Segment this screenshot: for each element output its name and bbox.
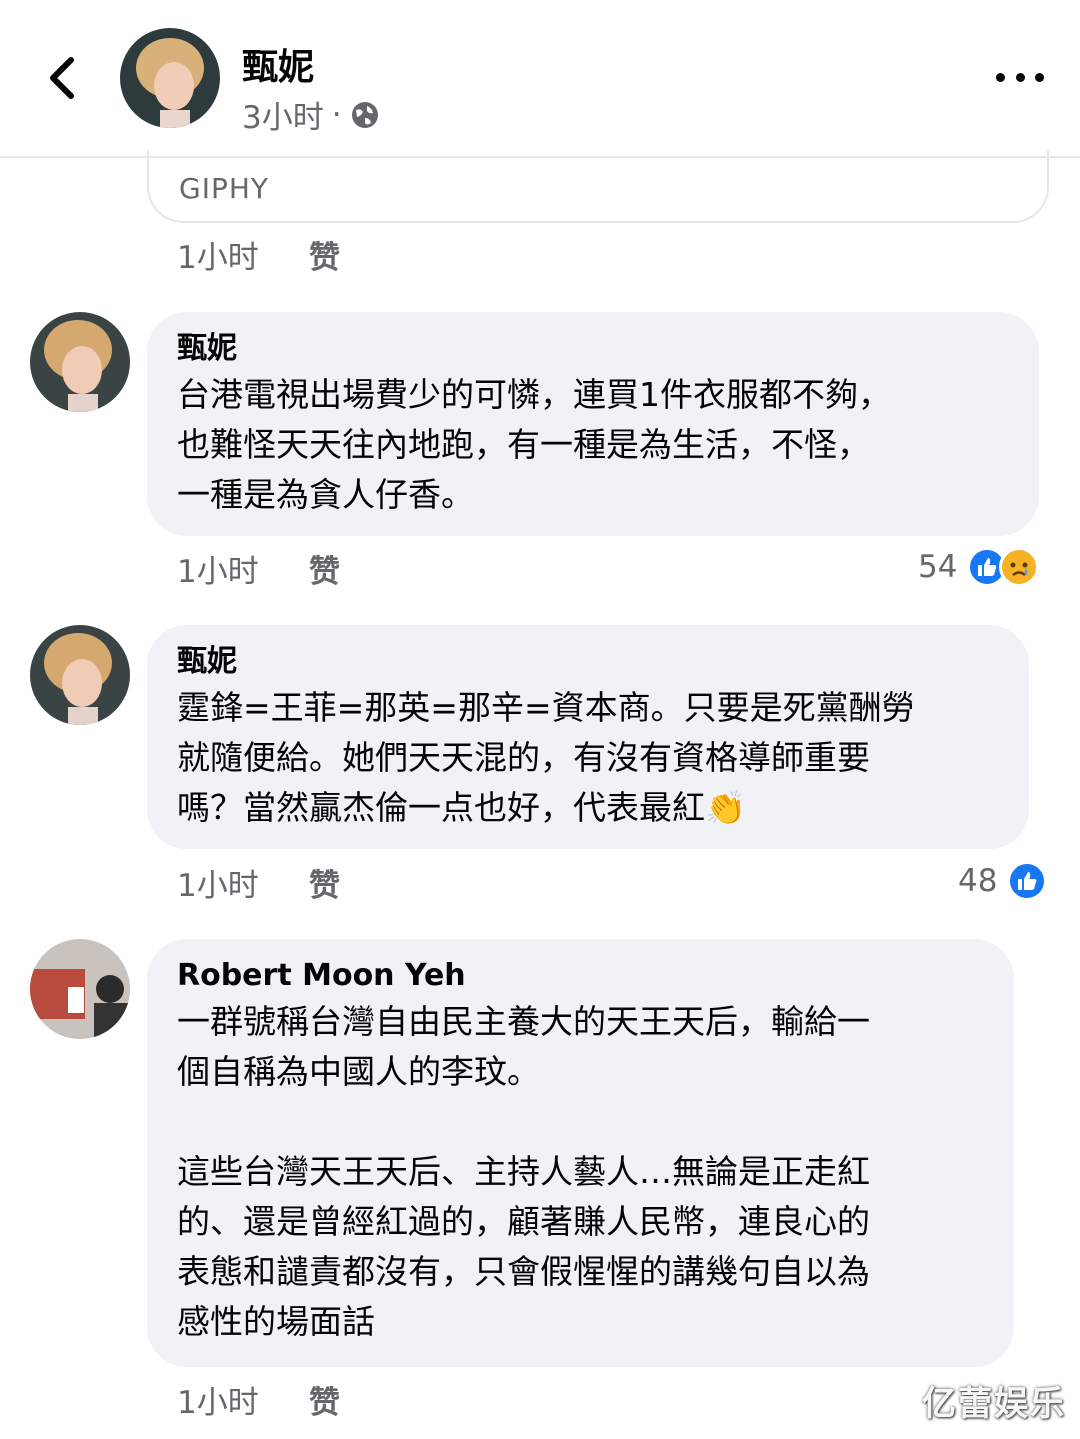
comment-time: 1小时 <box>177 239 259 276</box>
back-button[interactable] <box>38 52 86 104</box>
like-button[interactable]: 赞 <box>309 1377 340 1422</box>
comment-bubble: 甄妮 霆鋒=王菲=那英=那辛=資本商。只要是死黨酬勞 就隨便給。她們天天混的，有… <box>147 625 1029 849</box>
commenter-avatar[interactable] <box>30 312 130 412</box>
post-meta: 3小时 · <box>242 92 380 137</box>
reaction-count: 48 <box>958 863 998 899</box>
author-avatar[interactable] <box>120 28 220 128</box>
giphy-attachment[interactable]: GIPHY <box>147 150 1049 223</box>
comment-actions: 1小时 赞 <box>177 232 340 277</box>
commenter-avatar[interactable] <box>30 939 130 1039</box>
comment-time: 1小时 <box>177 1384 259 1421</box>
globe-icon <box>351 101 378 128</box>
reaction-summary[interactable]: 54 <box>918 547 1040 587</box>
post-header: 甄妮 3小时 · <box>0 0 1080 158</box>
reaction-summary[interactable]: 48 <box>958 861 1048 901</box>
comment-actions: 1小时 赞 <box>177 546 340 591</box>
more-options-button[interactable] <box>996 62 1044 92</box>
commenter-avatar[interactable] <box>30 625 130 725</box>
like-icon <box>1007 861 1048 901</box>
like-button[interactable]: 赞 <box>309 232 340 277</box>
comment-bubble: Robert Moon Yeh 一群號稱台灣自由民主養大的天王天后，輸給一 個自… <box>147 939 1014 1367</box>
comment-text-body: 霆鋒=王菲=那英=那辛=資本商。只要是死黨酬勞 就隨便給。她們天天混的，有沒有資… <box>177 688 915 827</box>
more-dot <box>1035 72 1044 82</box>
comment-time: 1小时 <box>177 553 259 590</box>
comment-bubble: 甄妮 台港電視出場費少的可憐，連買1件衣服都不夠， 也難怪天天往內地跑，有一種是… <box>147 312 1039 536</box>
giphy-label: GIPHY <box>179 172 269 205</box>
author-name[interactable]: 甄妮 <box>242 38 314 90</box>
more-dot <box>1015 72 1025 82</box>
post-time: 3小时 <box>242 100 324 136</box>
clapping-hands-emoji: 👏 <box>705 788 747 827</box>
more-horizontal-icon <box>996 72 1005 82</box>
comment-author[interactable]: 甄妮 <box>177 641 999 683</box>
like-button[interactable]: 赞 <box>309 860 340 905</box>
comment-author[interactable]: 甄妮 <box>177 328 1009 370</box>
comment-author[interactable]: Robert Moon Yeh <box>177 955 984 997</box>
reaction-count: 54 <box>918 549 958 585</box>
comment-actions: 1小时 赞 <box>177 1377 340 1422</box>
comment-text: 霆鋒=王菲=那英=那辛=資本商。只要是死黨酬勞 就隨便給。她們天天混的，有沒有資… <box>177 683 999 833</box>
comment-text: 台港電視出場費少的可憐，連買1件衣服都不夠， 也難怪天天往內地跑，有一種是為生活… <box>177 375 891 514</box>
comment-text: 一群號稱台灣自由民主養大的天王天后，輸給一 個自稱為中國人的李玟。 這些台灣天王… <box>177 1002 870 1341</box>
chevron-left-icon <box>50 57 74 99</box>
sad-icon <box>999 547 1040 587</box>
comment-time: 1小时 <box>177 867 259 904</box>
meta-separator: · <box>331 96 342 133</box>
watermark: 亿蕾娱乐 <box>922 1384 1066 1424</box>
comment-actions: 1小时 赞 <box>177 860 340 905</box>
like-button[interactable]: 赞 <box>309 546 340 591</box>
